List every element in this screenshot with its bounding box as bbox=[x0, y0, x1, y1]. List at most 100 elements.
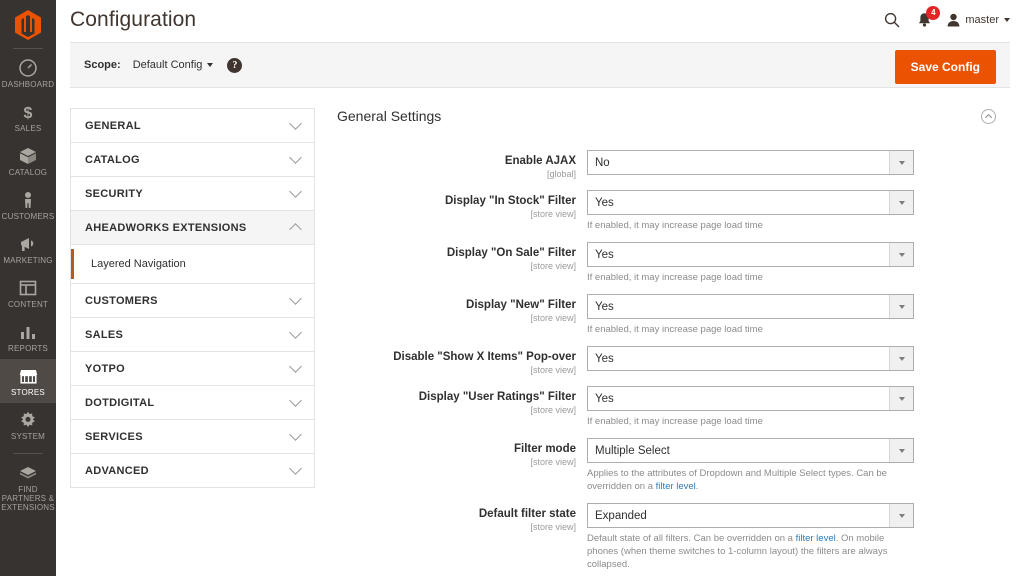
config-subsection-layered-navigation[interactable]: Layered Navigation bbox=[71, 249, 314, 279]
chevron-down-icon bbox=[289, 326, 302, 339]
scope-label: Scope: bbox=[84, 59, 121, 71]
magento-logo-icon[interactable] bbox=[0, 0, 56, 44]
chevron-down-icon[interactable] bbox=[889, 243, 913, 266]
sidebar-item-label: CONTENT bbox=[7, 300, 49, 309]
scope-selector[interactable]: Default Config bbox=[133, 59, 214, 71]
field-row-display-new-filter: Display "New" Filter [store view] Yes If en… bbox=[337, 294, 1010, 336]
config-section-customers[interactable]: CUSTOMERS bbox=[71, 284, 314, 318]
config-section-aheadworks-extensions[interactable]: AHEADWORKS EXTENSIONS Layered Navigation bbox=[71, 211, 314, 284]
user-menu[interactable]: master bbox=[947, 13, 1010, 27]
sidebar-item-customers[interactable]: CUSTOMERS bbox=[0, 183, 56, 227]
select-value: No bbox=[595, 156, 610, 169]
chevron-up-circle-icon[interactable] bbox=[981, 108, 996, 124]
field-hint-default-filter-state: Default state of all filters. Can be ove… bbox=[587, 533, 888, 570]
config-section-header[interactable]: ADVANCED bbox=[71, 454, 314, 487]
field-hint-display-on-sale-filter: If enabled, it may increase page load ti… bbox=[587, 272, 763, 283]
section-header: General Settings bbox=[337, 108, 1010, 124]
config-section-advanced[interactable]: ADVANCED bbox=[71, 454, 314, 487]
primary-sidebar: DASHBOARD $ SALES CATALOG CUSTOMERS MARKETING… bbox=[0, 0, 56, 576]
config-section-general[interactable]: GENERAL bbox=[71, 109, 314, 143]
config-section-header[interactable]: SERVICES bbox=[71, 420, 314, 453]
select-display-user-ratings-filter[interactable]: Yes bbox=[587, 386, 914, 411]
sidebar-item-catalog[interactable]: CATALOG bbox=[0, 139, 56, 183]
config-section-header[interactable]: CUSTOMERS bbox=[71, 284, 314, 317]
sidebar-item-marketing[interactable]: MARKETING bbox=[0, 227, 56, 271]
sidebar-item-stores[interactable]: STORES bbox=[0, 359, 56, 403]
field-scope-tag: [store view] bbox=[530, 522, 576, 532]
chevron-down-icon[interactable] bbox=[889, 439, 913, 462]
chevron-down-icon bbox=[289, 151, 302, 164]
config-content: GENERAL CATALOG SECURITY AHEADWORKS EXTENSI… bbox=[56, 88, 1024, 576]
field-row-enable-ajax: Enable AJAX [global] No bbox=[337, 150, 1010, 180]
config-section-dotdigital[interactable]: DOTDIGITAL bbox=[71, 386, 314, 420]
select-filter-mode[interactable]: Multiple Select bbox=[587, 438, 914, 463]
chevron-down-icon[interactable] bbox=[889, 504, 913, 527]
select-enable-ajax[interactable]: No bbox=[587, 150, 914, 175]
chevron-down-icon[interactable] bbox=[889, 295, 913, 318]
chevron-down-icon bbox=[289, 117, 302, 130]
config-section-yotpo[interactable]: YOTPO bbox=[71, 352, 314, 386]
field-row-display-in-stock-filter: Display "In Stock" Filter [store view] Yes… bbox=[337, 190, 1010, 232]
hint-link[interactable]: filter level bbox=[656, 481, 696, 492]
chevron-down-icon[interactable] bbox=[889, 191, 913, 214]
svg-text:$: $ bbox=[24, 105, 33, 121]
select-value: Yes bbox=[595, 196, 614, 209]
box-icon bbox=[17, 146, 39, 166]
chevron-down-icon[interactable] bbox=[889, 387, 913, 410]
field-label-display-in-stock-filter: Display "In Stock" Filter [store view] bbox=[337, 190, 587, 232]
config-section-header[interactable]: CATALOG bbox=[71, 143, 314, 176]
megaphone-icon bbox=[17, 234, 39, 254]
scope-selected-value: Default Config bbox=[132, 59, 203, 71]
config-section-header[interactable]: GENERAL bbox=[71, 109, 314, 142]
config-section-header[interactable]: SECURITY bbox=[71, 177, 314, 210]
config-section-security[interactable]: SECURITY bbox=[71, 177, 314, 211]
chevron-down-glyph bbox=[898, 396, 905, 401]
select-display-in-stock-filter[interactable]: Yes bbox=[587, 190, 914, 215]
chevron-down-icon[interactable] bbox=[889, 347, 913, 370]
page-header: Configuration 4 master bbox=[56, 0, 1024, 40]
config-section-sales[interactable]: SALES bbox=[71, 318, 314, 352]
field-scope-tag: [store view] bbox=[530, 313, 576, 323]
sidebar-item-reports[interactable]: REPORTS bbox=[0, 315, 56, 359]
chevron-down-icon bbox=[289, 185, 302, 198]
sidebar-item-dashboard[interactable]: DASHBOARD bbox=[0, 51, 56, 95]
select-display-new-filter[interactable]: Yes bbox=[587, 294, 914, 319]
bell-icon[interactable]: 4 bbox=[915, 6, 941, 29]
hint-link[interactable]: filter level bbox=[796, 533, 836, 544]
sidebar-item-system[interactable]: SYSTEM bbox=[0, 403, 56, 447]
config-section-header[interactable]: AHEADWORKS EXTENSIONS bbox=[71, 211, 314, 244]
header-actions: 4 master bbox=[883, 6, 1010, 29]
search-icon[interactable] bbox=[883, 11, 901, 29]
field-label-display-user-ratings-filter: Display "User Ratings" Filter [store view… bbox=[337, 386, 587, 428]
config-section-header[interactable]: SALES bbox=[71, 318, 314, 351]
field-control-enable-ajax: No bbox=[587, 150, 914, 180]
config-section-catalog[interactable]: CATALOG bbox=[71, 143, 314, 177]
field-label-default-filter-state: Default filter state [store view] bbox=[337, 503, 587, 571]
select-value: Yes bbox=[595, 352, 614, 365]
field-control-filter-mode: Multiple Select Applies to the attributes… bbox=[587, 438, 914, 493]
question-mark-icon[interactable]: ? bbox=[227, 57, 243, 73]
config-section-services[interactable]: SERVICES bbox=[71, 420, 314, 454]
field-scope-tag: [store view] bbox=[530, 457, 576, 467]
select-display-on-sale-filter[interactable]: Yes bbox=[587, 242, 914, 267]
chevron-down-icon[interactable] bbox=[889, 151, 913, 174]
field-scope-tag: [global] bbox=[546, 169, 576, 179]
select-disable-show-x-items-pop-over[interactable]: Yes bbox=[587, 346, 914, 371]
page-title: Configuration bbox=[70, 8, 197, 31]
sidebar-item-find-partners-extensions[interactable]: FIND PARTNERS & EXTENSIONS bbox=[0, 456, 56, 518]
field-row-default-filter-state: Default filter state [store view] Expanded… bbox=[337, 503, 1010, 571]
config-section-label: CUSTOMERS bbox=[85, 294, 158, 307]
config-section-header[interactable]: YOTPO bbox=[71, 352, 314, 385]
chevron-down-icon bbox=[289, 292, 302, 305]
field-control-display-on-sale-filter: Yes If enabled, it may increase page load… bbox=[587, 242, 914, 284]
config-section-header[interactable]: DOTDIGITAL bbox=[71, 386, 314, 419]
select-default-filter-state[interactable]: Expanded bbox=[587, 503, 914, 528]
field-control-display-in-stock-filter: Yes If enabled, it may increase page load… bbox=[587, 190, 914, 232]
sidebar-item-sales[interactable]: $ SALES bbox=[0, 95, 56, 139]
save-config-button[interactable]: Save Config bbox=[894, 50, 996, 84]
sidebar-item-content[interactable]: CONTENT bbox=[0, 271, 56, 315]
config-section-label: SECURITY bbox=[85, 187, 144, 200]
chevron-down-glyph bbox=[898, 252, 905, 257]
config-section-label: SERVICES bbox=[85, 430, 143, 443]
field-label-display-new-filter: Display "New" Filter [store view] bbox=[337, 294, 587, 336]
